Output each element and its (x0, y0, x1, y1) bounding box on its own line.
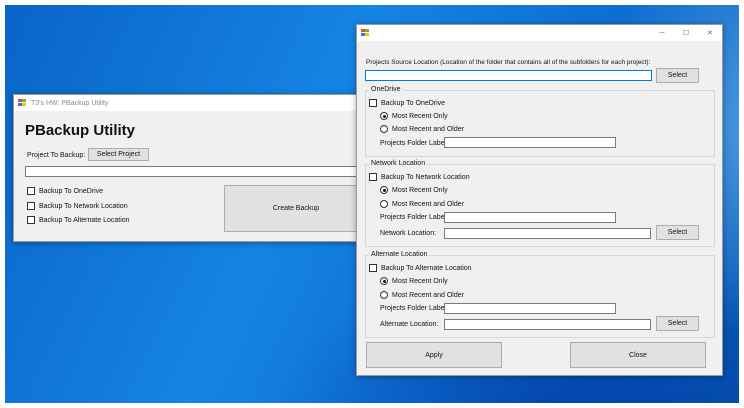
radio-circle[interactable] (380, 125, 388, 133)
close-button[interactable]: Close (570, 342, 706, 368)
network-select-button[interactable]: Select (656, 225, 699, 240)
radio-label: Most Recent and Older (392, 291, 464, 299)
radio-circle[interactable] (380, 277, 388, 285)
backup-alternate-checkbox[interactable]: Backup To Alternate Location (27, 216, 130, 224)
alternate-most-recent-older-radio[interactable]: Most Recent and Older (380, 291, 464, 299)
network-backup-checkbox[interactable]: Backup To Network Location (369, 173, 470, 181)
apply-button[interactable]: Apply (366, 342, 502, 368)
checkbox-box[interactable] (369, 173, 377, 181)
project-path-input[interactable] (25, 166, 368, 177)
page-title: PBackup Utility (25, 122, 136, 139)
caption-buttons: ─ ☐ ✕ (650, 25, 722, 41)
alternate-location-input[interactable] (444, 319, 651, 330)
alternate-group: Alternate Location Backup To Alternate L… (365, 251, 715, 338)
onedrive-most-recent-older-radio[interactable]: Most Recent and Older (380, 125, 464, 133)
alternate-folder-label: Projects Folder Label: (380, 305, 449, 312)
radio-label: Most Recent and Older (392, 200, 464, 208)
checkbox-box[interactable] (369, 264, 377, 272)
checkbox-label: Backup To OneDrive (39, 187, 104, 195)
alternate-group-title: Alternate Location (369, 251, 430, 258)
alternate-backup-checkbox[interactable]: Backup To Alternate Location (369, 264, 472, 272)
source-location-input[interactable] (365, 70, 652, 81)
alternate-most-recent-only-radio[interactable]: Most Recent Only (380, 277, 448, 285)
backup-network-checkbox[interactable]: Backup To Network Location (27, 202, 128, 210)
network-most-recent-older-radio[interactable]: Most Recent and Older (380, 200, 464, 208)
network-location-input[interactable] (444, 228, 651, 239)
onedrive-most-recent-only-radio[interactable]: Most Recent Only (380, 112, 448, 120)
radio-circle[interactable] (380, 112, 388, 120)
checkbox-box[interactable] (27, 216, 35, 224)
radio-circle[interactable] (380, 186, 388, 194)
minimize-icon[interactable]: ─ (650, 25, 674, 41)
network-folder-label: Projects Folder Label: (380, 214, 449, 221)
radio-circle[interactable] (380, 200, 388, 208)
select-project-button[interactable]: Select Project (88, 148, 149, 161)
onedrive-folder-label: Projects Folder Label: (380, 140, 449, 147)
onedrive-group: OneDrive Backup To OneDrive Most Recent … (365, 86, 715, 157)
source-select-button[interactable]: Select (656, 68, 699, 83)
backup-window-title: T3's HW: PBackup Utility (31, 99, 109, 107)
radio-circle[interactable] (380, 291, 388, 299)
radio-label: Most Recent and Older (392, 125, 464, 133)
settings-window: ─ ☐ ✕ Projects Source Location (Location… (356, 24, 723, 376)
network-group: Network Location Backup To Network Locat… (365, 160, 715, 247)
alternate-select-button[interactable]: Select (656, 316, 699, 331)
network-folder-input[interactable] (444, 212, 616, 223)
checkbox-label: Backup To Network Location (39, 202, 128, 210)
source-location-label: Projects Source Location (Location of th… (366, 59, 651, 66)
alternate-folder-input[interactable] (444, 303, 616, 314)
network-group-title: Network Location (369, 160, 428, 167)
backup-window-titlebar[interactable]: T3's HW: PBackup Utility (14, 95, 366, 111)
checkbox-label: Backup To Network Location (381, 173, 470, 181)
onedrive-group-title: OneDrive (369, 86, 403, 93)
create-backup-button[interactable]: Create Backup (224, 185, 368, 232)
settings-window-titlebar[interactable]: ─ ☐ ✕ (357, 25, 722, 41)
checkbox-label: Backup To Alternate Location (381, 264, 472, 272)
backup-utility-window: T3's HW: PBackup Utility PBackup Utility… (13, 94, 368, 242)
radio-label: Most Recent Only (392, 112, 448, 120)
radio-label: Most Recent Only (392, 277, 448, 285)
checkbox-box[interactable] (27, 202, 35, 210)
alternate-location-label: Alternate Location: (380, 321, 439, 328)
radio-label: Most Recent Only (392, 186, 448, 194)
checkbox-box[interactable] (27, 187, 35, 195)
network-most-recent-only-radio[interactable]: Most Recent Only (380, 186, 448, 194)
onedrive-folder-input[interactable] (444, 137, 616, 148)
app-icon (18, 99, 27, 107)
checkbox-box[interactable] (369, 99, 377, 107)
network-location-label: Network Location: (380, 230, 437, 237)
maximize-icon[interactable]: ☐ (674, 25, 698, 41)
checkbox-label: Backup To Alternate Location (39, 216, 130, 224)
app-icon (361, 29, 370, 37)
project-to-backup-label: Project To Backup: (27, 152, 86, 159)
close-icon[interactable]: ✕ (698, 25, 722, 41)
backup-onedrive-checkbox[interactable]: Backup To OneDrive (27, 187, 103, 195)
desktop: T3's HW: PBackup Utility PBackup Utility… (5, 5, 739, 403)
checkbox-label: Backup To OneDrive (381, 99, 446, 107)
onedrive-backup-checkbox[interactable]: Backup To OneDrive (369, 99, 445, 107)
